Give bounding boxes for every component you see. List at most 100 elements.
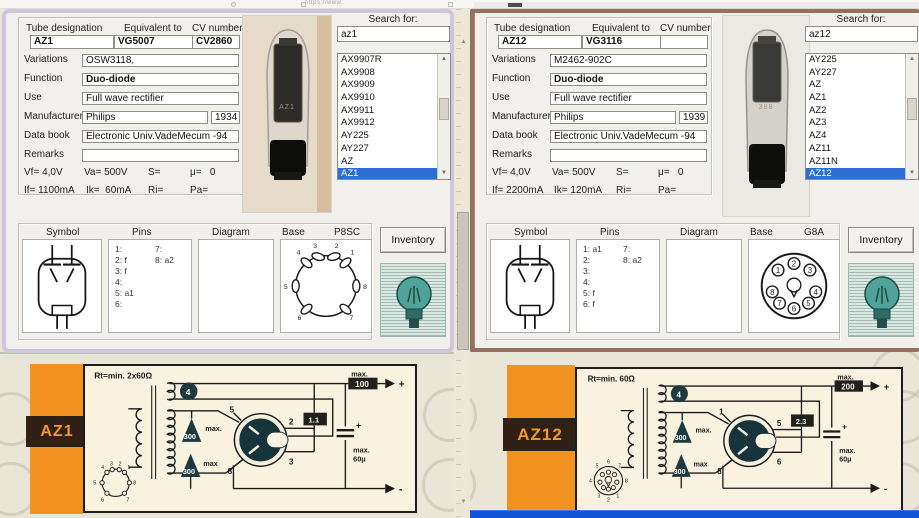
pin-entry[interactable]: 4: bbox=[583, 277, 602, 288]
tube-list-item[interactable]: AZ3 bbox=[806, 117, 905, 130]
scroll-down-icon[interactable]: ▼ bbox=[458, 498, 469, 507]
svg-text:100: 100 bbox=[355, 380, 369, 389]
function-field[interactable]: Duo-diode bbox=[82, 73, 239, 86]
tube-designation-field[interactable]: AZ1 bbox=[30, 35, 114, 49]
tube-list-item[interactable]: AX9908 bbox=[338, 67, 437, 80]
tube-list-item[interactable]: AZ bbox=[338, 156, 437, 169]
pin-entry[interactable]: 2: f bbox=[115, 255, 134, 266]
pin-entry[interactable]: 6: bbox=[115, 299, 134, 310]
base-label: Base bbox=[282, 227, 305, 238]
remarks-field[interactable] bbox=[82, 149, 239, 162]
svg-text:6: 6 bbox=[101, 497, 104, 503]
stamp-bulb-icon bbox=[864, 276, 900, 328]
list-scrollbar[interactable]: ▲ ▼ bbox=[437, 54, 450, 179]
tube-list-item[interactable]: AX9912 bbox=[338, 117, 437, 130]
diagram-box bbox=[666, 239, 742, 333]
tube-designation-label: Tube designation bbox=[26, 23, 103, 34]
use-field[interactable]: Full wave rectifier bbox=[82, 92, 239, 105]
pin-entry[interactable]: 7: bbox=[155, 244, 174, 255]
variations-field[interactable]: OSW3118, bbox=[82, 54, 239, 67]
pin-entry[interactable]: 2: bbox=[583, 255, 602, 266]
search-input[interactable]: az1 bbox=[337, 26, 450, 42]
tube-list-item[interactable]: AX9911 bbox=[338, 105, 437, 118]
pin-entry[interactable]: 4: bbox=[115, 277, 134, 288]
pin-entry[interactable]: 5: f bbox=[583, 288, 602, 299]
tube-list-item[interactable]: AY227 bbox=[806, 67, 905, 80]
scroll-thumb[interactable] bbox=[907, 98, 917, 120]
cv-number-label: CV number bbox=[660, 23, 711, 34]
svg-text:1: 1 bbox=[616, 494, 619, 500]
scroll-down-icon[interactable]: ▼ bbox=[906, 168, 918, 179]
spec-pa: Pa= bbox=[190, 185, 209, 196]
remarks-field[interactable] bbox=[550, 149, 707, 162]
scroll-up-icon[interactable]: ▲ bbox=[438, 54, 450, 65]
variations-field[interactable]: M2462-902C bbox=[550, 54, 707, 67]
scroll-thumb[interactable] bbox=[439, 98, 449, 120]
list-scrollbar[interactable]: ▲ ▼ bbox=[905, 54, 918, 179]
tube-list-item[interactable]: AX9910 bbox=[338, 92, 437, 105]
pin-entry[interactable]: 7: bbox=[623, 244, 642, 255]
tube-list-item[interactable]: AZ bbox=[806, 79, 905, 92]
address-url[interactable]: https://www. bbox=[305, 0, 343, 6]
spec-va: Va= 500V bbox=[552, 167, 596, 178]
manufacturer-field[interactable]: Philips bbox=[82, 111, 208, 124]
tube-designation-field[interactable]: AZ12 bbox=[498, 35, 582, 49]
function-field[interactable]: Duo-diode bbox=[550, 73, 707, 86]
pin-entry[interactable]: 6: f bbox=[583, 299, 602, 310]
scroll-thumb[interactable] bbox=[457, 212, 469, 350]
svg-text:8: 8 bbox=[228, 467, 233, 476]
tube-list-item[interactable]: AX9909 bbox=[338, 79, 437, 92]
tube-list-item[interactable]: AZ11N bbox=[806, 156, 905, 169]
tube-list-item[interactable]: AZ12 bbox=[806, 168, 905, 179]
svg-text:+: + bbox=[884, 382, 890, 393]
tube-list-item[interactable]: AY227 bbox=[338, 143, 437, 156]
manufacturer-field[interactable]: Philips bbox=[550, 111, 676, 124]
tube-list-item[interactable]: AZ2 bbox=[806, 105, 905, 118]
svg-text:4: 4 bbox=[814, 288, 819, 297]
svg-text:4: 4 bbox=[677, 390, 682, 399]
base-g8a-icon: 1 2 3 4 5 6 7 8 bbox=[760, 252, 828, 320]
pin-entry[interactable]: 1: a1 bbox=[583, 244, 602, 255]
cv-number-field[interactable]: CV2860 bbox=[192, 35, 240, 49]
scroll-down-icon[interactable]: ▼ bbox=[438, 168, 450, 179]
svg-text:1: 1 bbox=[127, 465, 130, 471]
databook-field[interactable]: Electronic Univ.VadeMecum -94 bbox=[82, 130, 239, 143]
pin-entry[interactable]: 1: bbox=[115, 244, 134, 255]
reload-icon[interactable] bbox=[231, 2, 236, 7]
cv-number-field[interactable] bbox=[660, 35, 708, 49]
year-field[interactable]: 1934 bbox=[211, 111, 240, 124]
svg-text:2.3: 2.3 bbox=[796, 417, 807, 426]
pin-entry[interactable]: 3: bbox=[583, 266, 602, 277]
equivalent-field[interactable]: VG5007 bbox=[114, 35, 196, 49]
star-icon[interactable] bbox=[448, 2, 453, 7]
svg-text:+: + bbox=[356, 420, 361, 430]
tube-list-item[interactable]: AZ11 bbox=[806, 143, 905, 156]
scroll-up-icon[interactable]: ▲ bbox=[458, 38, 469, 47]
pin-entry[interactable]: 8: a2 bbox=[623, 255, 642, 266]
scroll-up-icon[interactable]: ▲ bbox=[906, 54, 918, 65]
inventory-button[interactable]: Inventory bbox=[848, 227, 914, 253]
svg-text:max.: max. bbox=[353, 446, 370, 455]
year-field[interactable]: 1939 bbox=[679, 111, 708, 124]
databook-field[interactable]: Electronic Univ.VadeMecum -94 bbox=[550, 130, 707, 143]
svg-text:max.: max. bbox=[205, 424, 222, 433]
svg-text:5: 5 bbox=[230, 406, 235, 415]
equivalent-field[interactable]: VG3116 bbox=[582, 35, 664, 49]
tube-list-item[interactable]: AZ1 bbox=[806, 92, 905, 105]
svg-text:60μ: 60μ bbox=[839, 456, 851, 464]
rectifier-circuit-drawing: 4 300 max. 300 max 5 2 3 8 1.1 max. 100 … bbox=[93, 370, 405, 504]
pin-entry[interactable]: 3: f bbox=[115, 266, 134, 277]
tube-list-item[interactable]: AY225 bbox=[806, 54, 905, 67]
datasheet-badge: AZ12 bbox=[503, 418, 577, 451]
tube-list-item[interactable]: AX9907R bbox=[338, 54, 437, 67]
tube-list-item[interactable]: AY225 bbox=[338, 130, 437, 143]
tube-list-item[interactable]: AZ1 bbox=[338, 168, 437, 179]
pins-column-1: 1: 2: f 3: f 4: 5: a1 6: bbox=[115, 244, 134, 310]
use-field[interactable]: Full wave rectifier bbox=[550, 92, 707, 105]
window-control-dash[interactable] bbox=[508, 3, 522, 7]
search-input[interactable]: az12 bbox=[805, 26, 918, 42]
inventory-button[interactable]: Inventory bbox=[380, 227, 446, 253]
tube-list-item[interactable]: AZ4 bbox=[806, 130, 905, 143]
pin-entry[interactable]: 5: a1 bbox=[115, 288, 134, 299]
pin-entry[interactable]: 8: a2 bbox=[155, 255, 174, 266]
